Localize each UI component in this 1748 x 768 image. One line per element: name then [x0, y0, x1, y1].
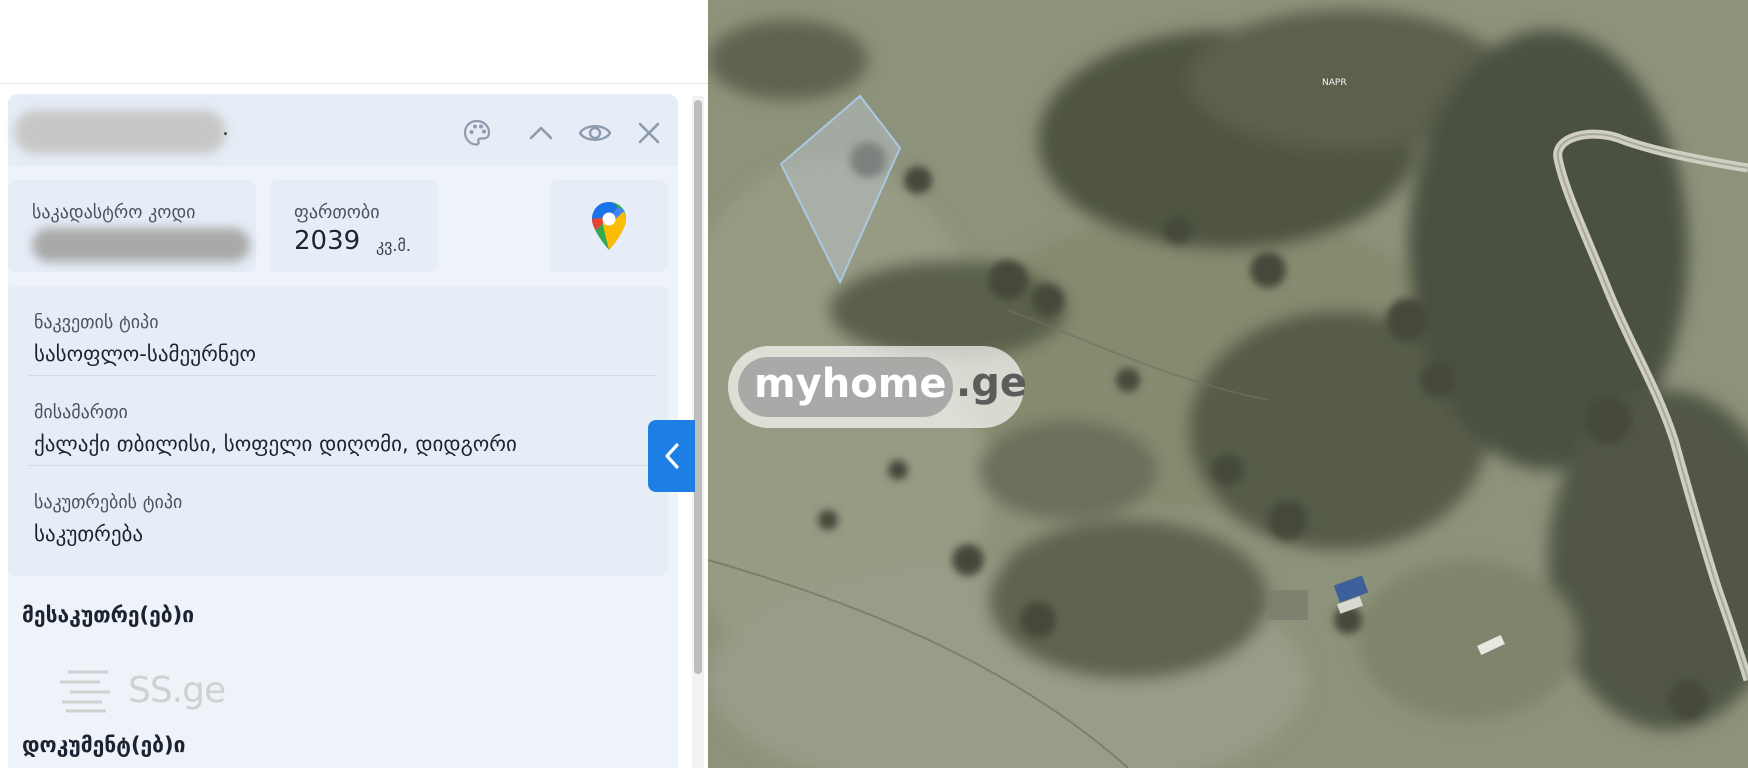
map-label: NAPR — [1322, 78, 1347, 88]
area-value: 2039 — [294, 226, 361, 256]
myhome-watermark-tld: .ge — [956, 360, 1027, 406]
detail-value: ქალაქი თბილისი, სოფელი დიღომი, დიდგორი — [34, 432, 517, 456]
detail-value: სასოფლო-სამეურნეო — [34, 342, 256, 366]
detail-row-ownership-type: საკუთრების ტიპი საკუთრება — [8, 466, 668, 556]
detail-label: საკუთრების ტიპი — [34, 492, 183, 513]
ss-ge-watermark: SS.ge — [56, 664, 236, 718]
detail-value: საკუთრება — [34, 522, 144, 546]
eye-icon[interactable] — [578, 116, 612, 150]
palette-icon[interactable] — [460, 116, 494, 150]
ss-ge-logo-icon — [60, 670, 110, 713]
detail-label: ნაკვეთის ტიპი — [34, 312, 159, 333]
documents-section-title[interactable]: დოკუმენტ(ებ)ი — [22, 733, 185, 757]
panel-top-bar — [0, 0, 708, 84]
area-box: ფართობი 2039 კვ.მ. — [270, 180, 438, 272]
cadastral-code-label: საკადასტრო კოდი — [32, 202, 196, 223]
close-icon[interactable] — [632, 116, 666, 150]
cadastral-code-box: საკადასტრო კოდი — [8, 180, 256, 272]
google-maps-pin-icon — [592, 202, 626, 250]
chevron-left-icon — [664, 443, 679, 469]
area-label: ფართობი — [294, 202, 380, 223]
property-info-panel: . საკადასტრო კოდი ფართობი 2039 კვ.მ. ნაკ… — [0, 0, 708, 768]
detail-row-address: მისამართი ქალაქი თბილისი, სოფელი დიღომი,… — [8, 376, 668, 466]
owners-section-title[interactable]: მესაკუთრე(ებ)ი — [22, 603, 194, 627]
parcel-details: ნაკვეთის ტიპი სასოფლო-სამეურნეო მისამართ… — [8, 286, 668, 576]
myhome-watermark: myhome .ge — [728, 346, 1027, 428]
redacted-cadastral-code — [32, 228, 250, 262]
parcel-name-suffix: . — [222, 116, 229, 141]
detail-label: მისამართი — [34, 402, 128, 423]
area-unit: კვ.მ. — [376, 236, 411, 255]
redacted-parcel-name — [14, 110, 226, 154]
scrollbar-thumb[interactable] — [694, 100, 702, 674]
detail-row-parcel-type: ნაკვეთის ტიპი სასოფლო-სამეურნეო — [8, 286, 668, 376]
chevron-up-icon[interactable] — [524, 116, 558, 150]
myhome-watermark-text: myhome — [754, 361, 947, 407]
ss-ge-text: SS.ge — [128, 670, 226, 711]
parcel-card-header: . — [8, 94, 678, 166]
collapse-panel-button[interactable] — [648, 420, 695, 492]
google-maps-button[interactable] — [550, 180, 668, 272]
